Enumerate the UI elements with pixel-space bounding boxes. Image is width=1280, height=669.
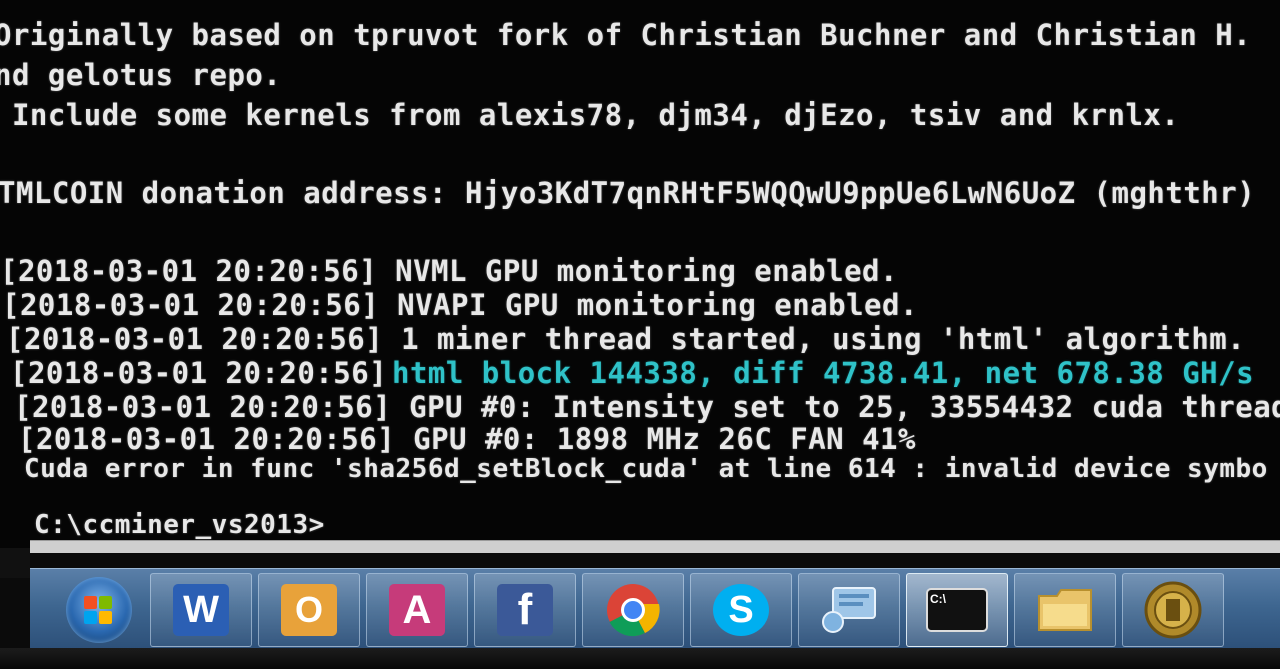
screen-edge [0,548,30,578]
access-icon: A [389,584,445,636]
console-line: [2018-03-01 20:20:56] NVML GPU monitorin… [0,254,898,288]
facebook-icon: f [497,584,553,636]
console-line: TMLCOIN donation address: Hjyo3KdT7qnRHt… [0,176,1256,210]
start-button[interactable] [66,577,132,643]
console-line: [2018-03-01 20:20:56] NVAPI GPU monitori… [2,288,918,322]
taskbar-outlook-button[interactable]: O [258,573,360,647]
console-line: [2018-03-01 20:20:56] GPU #0: 1898 MHz 2… [18,422,916,456]
taskbar: W O A f S C:\ [30,568,1280,651]
taskbar-badge-app-button[interactable] [1122,573,1224,647]
console-line: Include some kernels from alexis78, djm3… [0,98,1180,132]
taskbar-facebook-button[interactable]: f [474,573,576,647]
word-icon: W [173,584,229,636]
monitor-bezel [0,648,1280,669]
network-icon [822,587,876,633]
horizontal-scrollbar[interactable] [30,540,1280,553]
skype-icon: S [713,584,769,636]
taskbar-access-button[interactable]: A [366,573,468,647]
console-window[interactable]: Originally based on tpruvot fork of Chri… [0,0,1280,548]
taskbar-command-prompt-button[interactable]: C:\ [906,573,1008,647]
badge-app-icon [1144,581,1202,639]
console-line: [2018-03-01 20:20:56] GPU #0: Intensity … [14,390,1280,424]
console-line: Originally based on tpruvot fork of Chri… [0,18,1252,52]
taskbar-file-explorer-button[interactable] [1014,573,1116,647]
console-line: [2018-03-01 20:20:56] [10,356,406,390]
console-line: [2018-03-01 20:20:56] 1 miner thread sta… [6,322,1246,356]
command-prompt[interactable]: C:\ccminer_vs2013> [34,510,325,540]
taskbar-chrome-button[interactable] [582,573,684,647]
console-line: nd gelotus repo. [0,58,282,92]
block-info-line: html block 144338, diff 4738.41, net 678… [392,356,1255,390]
taskbar-skype-button[interactable]: S [690,573,792,647]
file-explorer-icon [1038,589,1092,631]
error-line: Cuda error in func 'sha256d_setBlock_cud… [24,454,1268,484]
outlook-icon: O [281,584,337,636]
chrome-icon [607,584,660,637]
command-prompt-icon: C:\ [926,588,988,632]
taskbar-network-button[interactable] [798,573,900,647]
taskbar-word-button[interactable]: W [150,573,252,647]
